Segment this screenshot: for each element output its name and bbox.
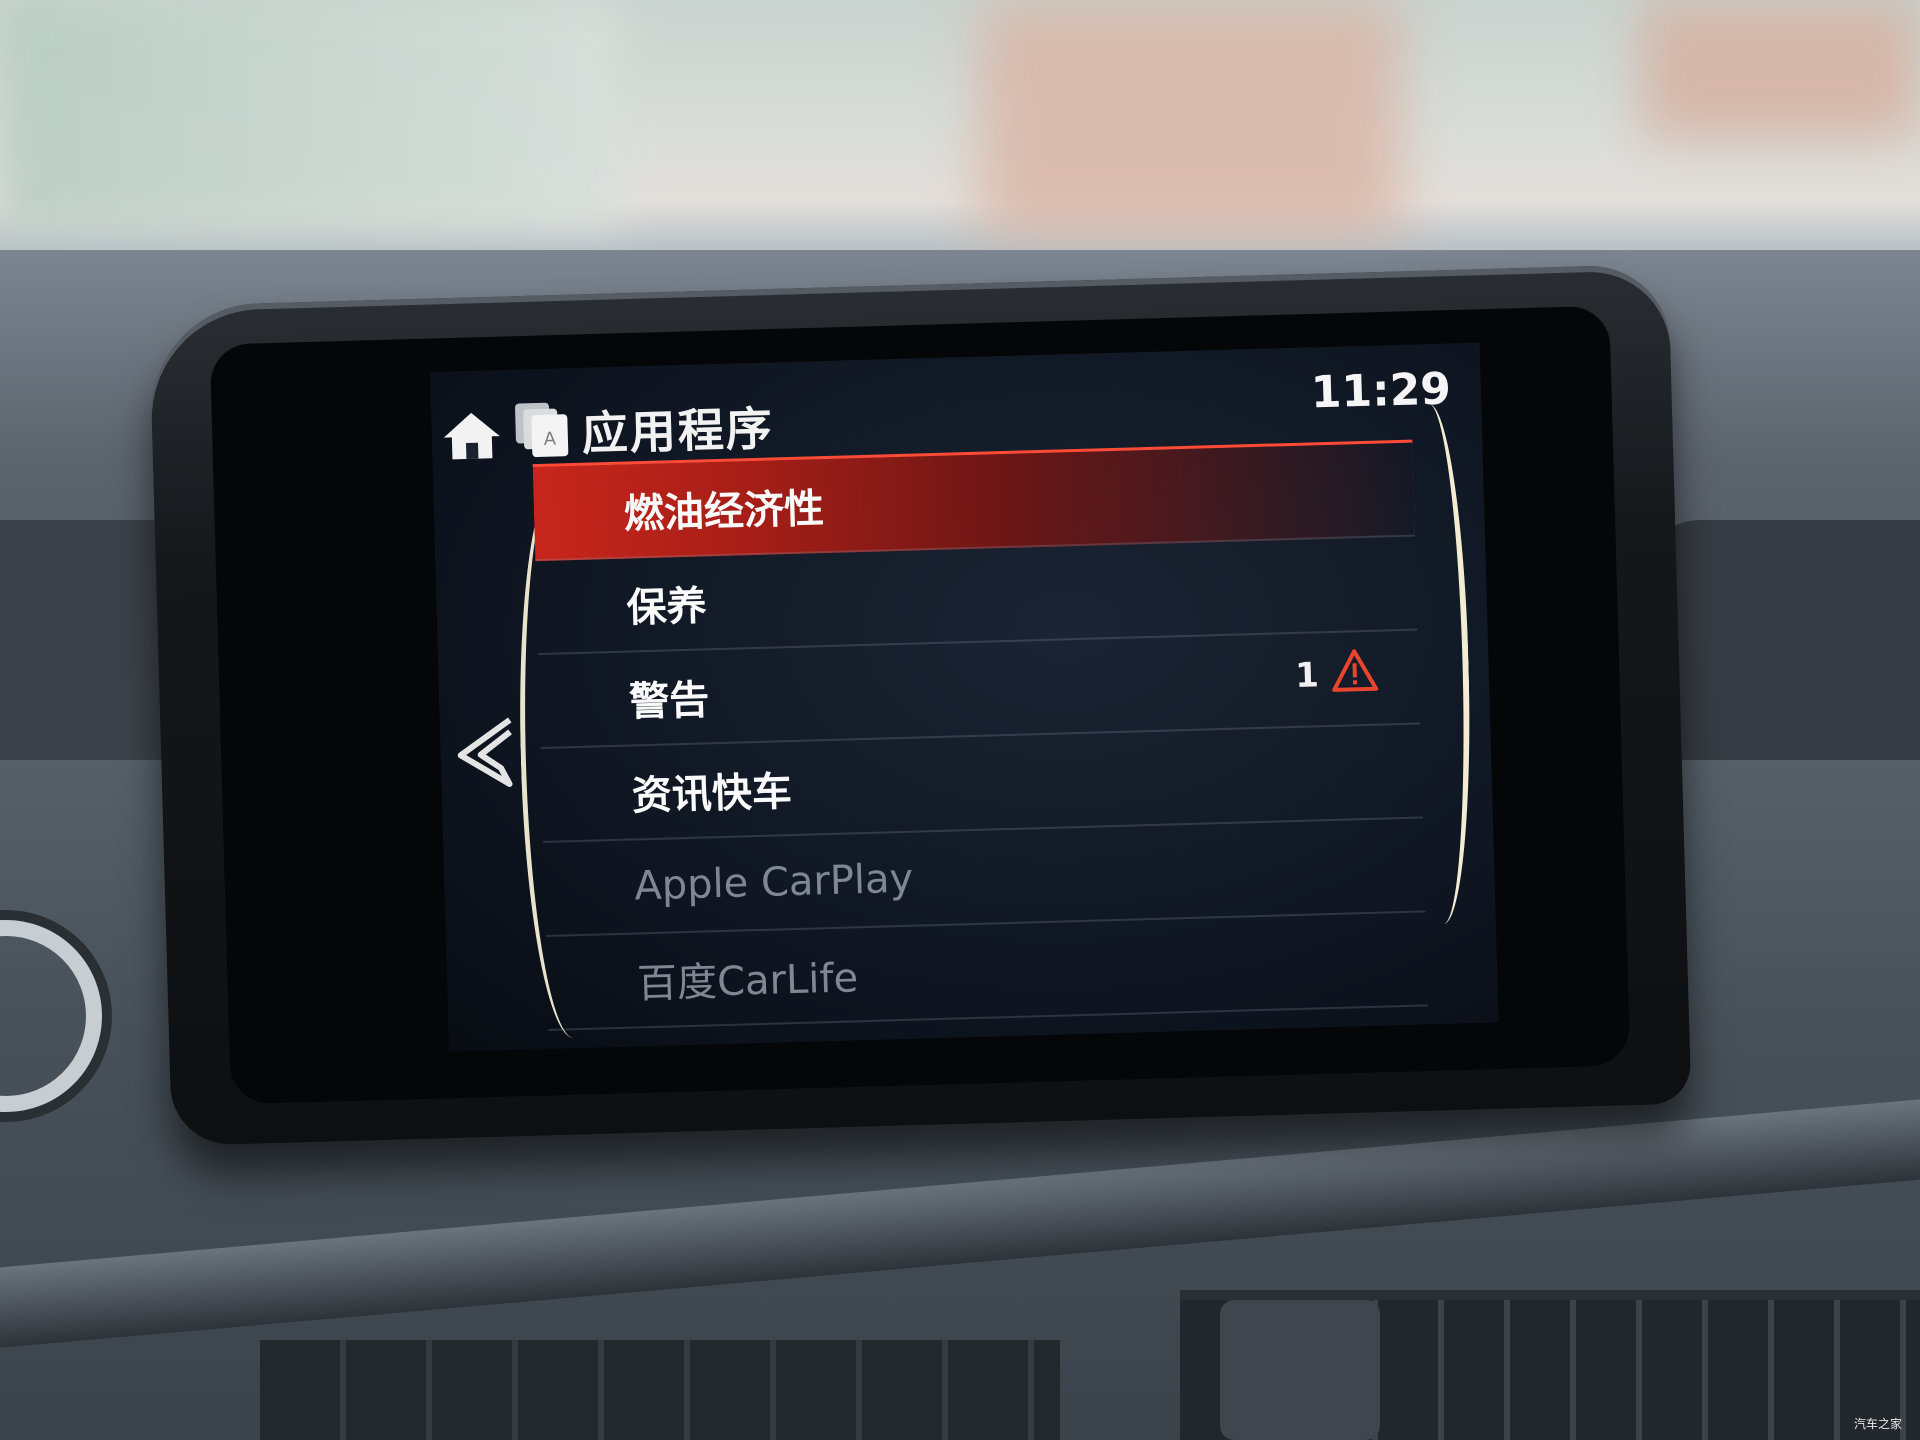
- menu-item-label: 资讯快车: [631, 769, 793, 820]
- scroll-arc-right: [1415, 403, 1476, 925]
- vent-center-panel: [1220, 1300, 1380, 1440]
- menu-item-label: 燃油经济性: [623, 486, 825, 538]
- page-title: 应用程序: [581, 401, 775, 461]
- apps-icon[interactable]: A: [513, 400, 573, 460]
- dashboard-right-panel: [1640, 520, 1920, 780]
- warning-count-badge: 1: [1294, 655, 1320, 696]
- menu-item-label: 保养: [626, 583, 708, 632]
- svg-text:A: A: [543, 428, 557, 449]
- back-chevron-icon[interactable]: [449, 710, 523, 796]
- app-menu-list: 燃油经济性 保养 警告 1 资讯快车 Apple CarPlay 百度CarLi…: [532, 439, 1429, 1031]
- background-building-blur-2: [1640, 0, 1920, 140]
- car-dashboard-scene: A 应用程序 11:29 燃油经济性 保养 警告 1 资讯快车 Apple Ca…: [0, 0, 1920, 1440]
- air-vent-left: [260, 1340, 1060, 1440]
- home-icon[interactable]: [441, 410, 502, 462]
- menu-item-label: 警告: [628, 677, 710, 726]
- infotainment-screen: A 应用程序 11:29 燃油经济性 保养 警告 1 资讯快车 Apple Ca…: [430, 342, 1499, 1052]
- watermark: 汽车之家: [1853, 1417, 1902, 1431]
- background-building-blur: [980, 0, 1400, 240]
- warning-icon: [1332, 649, 1379, 692]
- menu-item-label: Apple CarPlay: [633, 855, 914, 910]
- background-window-blur: [0, 0, 620, 230]
- menu-item-label: 百度CarLife: [636, 955, 859, 1008]
